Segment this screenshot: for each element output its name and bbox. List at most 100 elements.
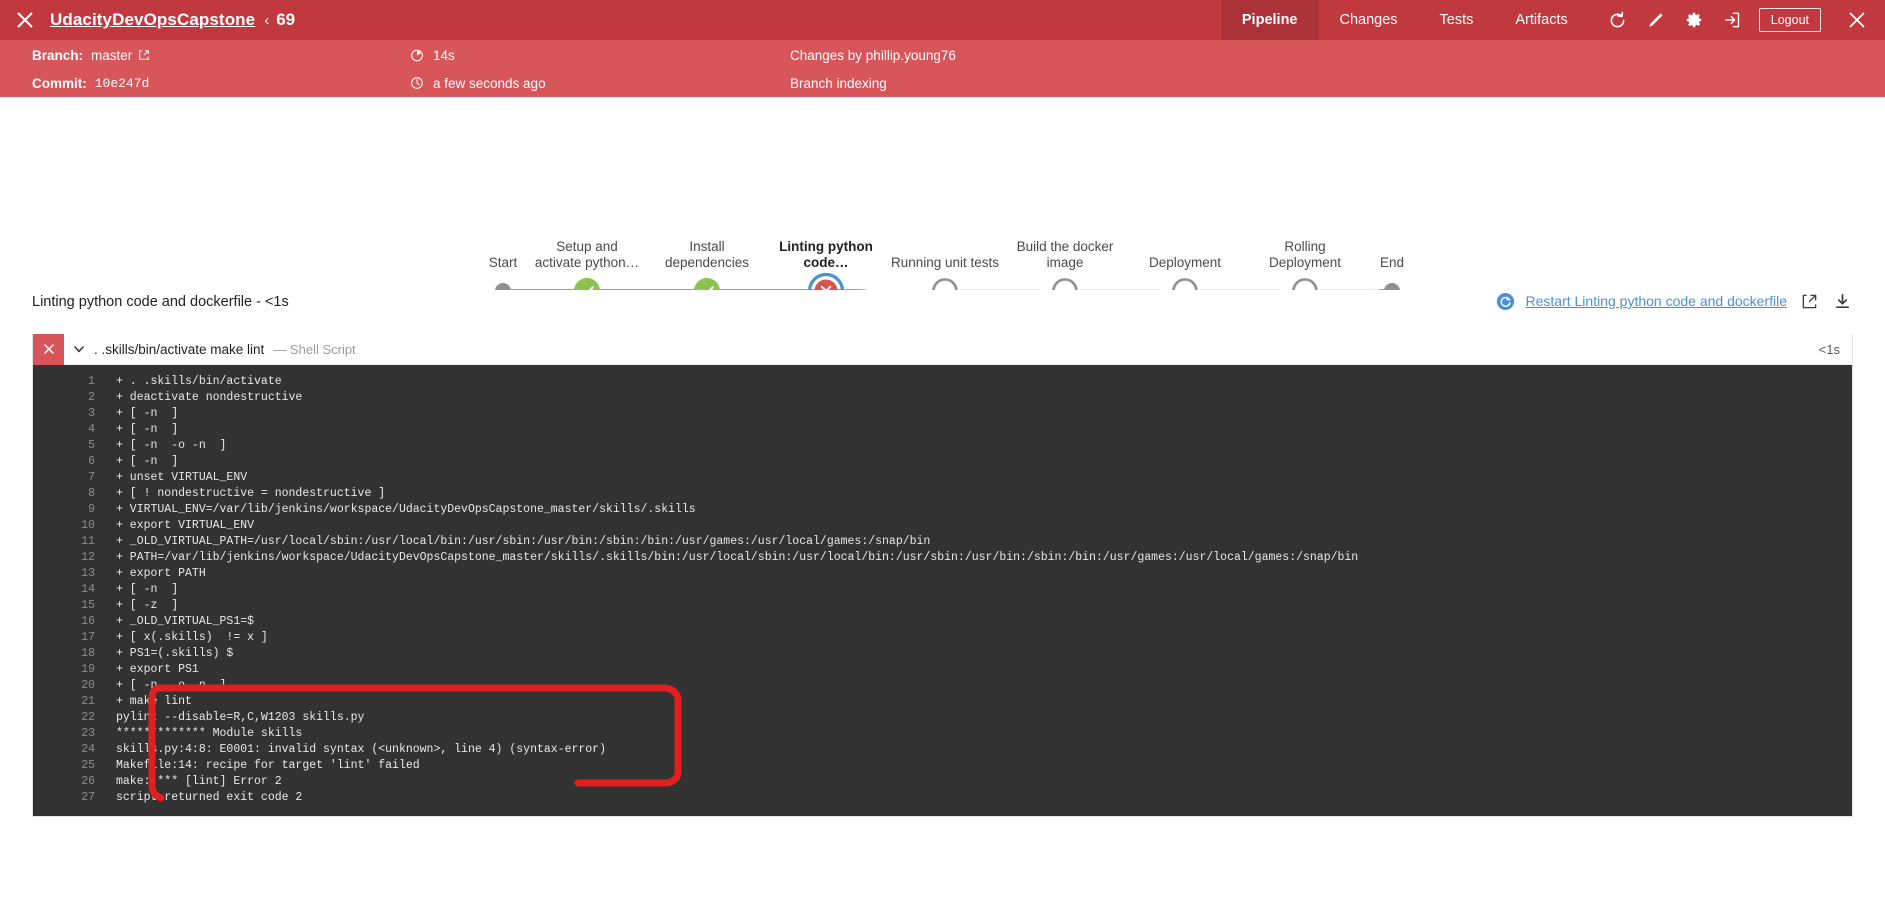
step-header[interactable]: . .skills/bin/activate make lint — Shell… — [33, 333, 1852, 365]
tab-changes[interactable]: Changes — [1319, 0, 1419, 40]
console-line: 19 + export PS1 — [33, 662, 1852, 678]
changes-by-row: Changes by phillip.young76 — [790, 47, 956, 63]
console-line: 2 + deactivate nondestructive — [33, 390, 1852, 406]
console-line: 10 + export VIRTUAL_ENV — [33, 518, 1852, 534]
failed-x-icon[interactable] — [33, 333, 64, 365]
gear-icon[interactable] — [1675, 0, 1713, 40]
console-line-text: + export PS1 — [116, 663, 199, 676]
console-line: 27 script returned exit code 2 — [33, 790, 1852, 806]
tab-artifacts[interactable]: Artifacts — [1494, 0, 1588, 40]
console-line-number: 4 — [88, 423, 95, 436]
console-line: 14 + [ -n ] — [33, 582, 1852, 598]
replay-icon[interactable] — [1599, 0, 1637, 40]
external-link-icon[interactable] — [138, 49, 150, 61]
commit-value: 10e247d — [94, 75, 150, 91]
console-line: 1 + . .skills/bin/activate — [33, 374, 1852, 390]
console-line-text: Makefile:14: recipe for target 'lint' fa… — [116, 759, 420, 772]
console-line-number: 11 — [81, 535, 95, 548]
console-line-number: 12 — [81, 551, 95, 564]
run-chevron-icon: ‹ — [264, 11, 270, 29]
branch-row: Branch: master — [32, 41, 150, 69]
console-line: 3 + [ -n ] — [33, 406, 1852, 422]
stage-label-deployment[interactable]: Deployment — [1125, 255, 1245, 271]
console-line-number: 6 — [88, 455, 95, 468]
commit-row: Commit: 10e247d — [32, 69, 150, 97]
project-title-link[interactable]: UdacityDevOpsCapstone — [50, 10, 255, 30]
time-row: a few seconds ago — [410, 69, 546, 97]
console-line: 4 + [ -n ] — [33, 422, 1852, 438]
chevron-down-icon[interactable] — [64, 343, 94, 355]
stage-node-rolling-deployment — [1292, 278, 1318, 290]
external-link-icon[interactable] — [1798, 290, 1820, 312]
console-line-text: + [ -n ] — [116, 455, 179, 468]
console-output[interactable]: 1 + . .skills/bin/activate 2 + deactivate n… — [33, 365, 1852, 816]
log-panel: . .skills/bin/activate make lint — Shell… — [32, 333, 1853, 817]
top-bar: UdacityDevOpsCapstone ‹ 69 Pipeline Chan… — [0, 0, 1885, 40]
step-type: — Shell Script — [273, 341, 356, 357]
console-line-text: skills.py:4:8: E0001: invalid syntax (<u… — [116, 743, 606, 756]
stage-node-unit-tests — [932, 278, 958, 290]
console-line: 18 + PS1=(.skills) $ — [33, 646, 1852, 662]
close-right-icon[interactable] — [1835, 0, 1879, 40]
console-line: 25 Makefile:14: recipe for target 'lint' … — [33, 758, 1852, 774]
pipeline-graph: Start Setup and activate python… Install… — [0, 97, 1885, 290]
tab-pipeline[interactable]: Pipeline — [1220, 0, 1319, 40]
close-icon[interactable] — [0, 0, 50, 40]
commit-label: Commit: — [32, 75, 87, 91]
console-line-number: 22 — [81, 711, 95, 724]
stage-node-start — [495, 283, 511, 290]
console-line-number: 26 — [81, 775, 95, 788]
logout-arrow-icon[interactable] — [1713, 0, 1751, 40]
console-line: 17 + [ x(.skills) != x ] — [33, 630, 1852, 646]
console-line-text: + PATH=/var/lib/jenkins/workspace/Udacit… — [116, 551, 1359, 564]
run-meta-bar: Branch: master Commit: 10e247d 14s a few… — [0, 40, 1885, 97]
console-line-text: + . .skills/bin/activate — [116, 375, 282, 388]
console-line-text: + deactivate nondestructive — [116, 391, 303, 404]
console-line: 24 skills.py:4:8: E0001: invalid syntax (… — [33, 742, 1852, 758]
stage-node-install — [694, 278, 720, 290]
stage-label-install[interactable]: Install dependencies — [647, 239, 767, 271]
restart-stage-link[interactable]: Restart Linting python code and dockerfi… — [1526, 293, 1788, 309]
console-line: 5 + [ -n -o -n ] — [33, 438, 1852, 454]
branch-label: Branch: — [32, 47, 84, 63]
download-icon[interactable] — [1831, 290, 1853, 312]
tab-tests[interactable]: Tests — [1419, 0, 1495, 40]
console-line-text: + [ -n -o -n ] — [116, 439, 227, 452]
console-line-number: 9 — [88, 503, 95, 516]
console-line-text: + _OLD_VIRTUAL_PS1=$ — [116, 615, 255, 628]
console-line-number: 17 — [81, 631, 95, 644]
console-line-number: 7 — [88, 471, 95, 484]
console-line-text: + [ x(.skills) != x ] — [116, 631, 268, 644]
console-line-text: + [ ! nondestructive = nondestructive ] — [116, 487, 386, 500]
stage-label-setup[interactable]: Setup and activate python… — [527, 239, 647, 271]
log-header-actions: Restart Linting python code and dockerfi… — [1496, 290, 1854, 312]
console-line: 26 make: *** [lint] Error 2 — [33, 774, 1852, 790]
run-number: 69 — [276, 10, 296, 29]
console-line: 13 + export PATH — [33, 566, 1852, 582]
console-line-number: 2 — [88, 391, 95, 404]
edit-pencil-icon[interactable] — [1637, 0, 1675, 40]
branch-value: master — [91, 47, 133, 63]
top-bar-actions — [1589, 0, 1751, 40]
console-line-number: 16 — [81, 615, 95, 628]
console-line-number: 23 — [81, 727, 95, 740]
console-line-number: 1 — [88, 375, 95, 388]
console-line: 15 + [ -z ] — [33, 598, 1852, 614]
duration-row: 14s — [410, 41, 546, 69]
duration-value: 14s — [433, 47, 455, 63]
meta-changes-column: Changes by phillip.young76 Branch indexi… — [790, 40, 956, 97]
logout-button[interactable]: Logout — [1758, 8, 1821, 32]
console-line-number: 15 — [81, 599, 95, 612]
console-line-number: 3 — [88, 407, 95, 420]
stage-label-rolling-deployment[interactable]: Rolling Deployment — [1245, 239, 1365, 271]
console-line-text: script returned exit code 2 — [116, 791, 303, 804]
stopwatch-icon — [410, 48, 424, 62]
stage-label-docker-build[interactable]: Build the docker image — [1000, 239, 1130, 271]
stage-label-unit-tests[interactable]: Running unit tests — [870, 255, 1020, 271]
time-value: a few seconds ago — [433, 75, 546, 91]
stage-label-linting[interactable]: Linting python code… — [766, 239, 886, 271]
console-line-number: 20 — [81, 679, 95, 692]
console-line: 21 + make lint — [33, 694, 1852, 710]
restart-circle-icon[interactable] — [1496, 292, 1515, 311]
stage-node-end — [1384, 283, 1400, 290]
